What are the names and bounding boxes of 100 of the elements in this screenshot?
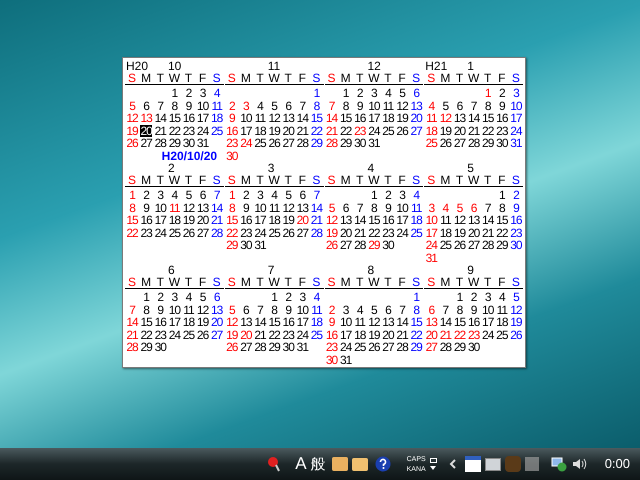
calendar-day[interactable]: 7 — [313, 189, 320, 202]
calendar-day[interactable]: 5 — [228, 304, 236, 316]
calendar-day[interactable]: 7 — [156, 100, 164, 112]
calendar-day[interactable]: 18 — [425, 124, 438, 137]
calendar-day[interactable]: 25 — [425, 137, 438, 150]
calendar-day[interactable]: 25 — [354, 341, 366, 354]
network-icon[interactable] — [550, 456, 567, 472]
ime-mode-button[interactable]: A — [295, 454, 307, 474]
calendar-day[interactable]: 3 — [342, 304, 349, 316]
calendar-day[interactable]: 9 — [142, 202, 150, 214]
calendar-day[interactable]: 1 — [128, 189, 136, 202]
calendar-day[interactable]: 26 — [268, 137, 280, 150]
calendar-day[interactable]: 28 — [254, 341, 266, 354]
calendar-day[interactable]: 11 — [426, 112, 438, 124]
calendar-day[interactable]: 28 — [467, 137, 480, 150]
calendar-day[interactable]: 6 — [242, 304, 250, 316]
calendar-day[interactable]: 20 — [339, 226, 352, 239]
calendar-day[interactable]: 21 — [325, 124, 338, 137]
calendar-day[interactable]: 7 — [128, 304, 136, 316]
calendar-day[interactable]: 26 — [368, 341, 380, 354]
calendar-day[interactable]: 26 — [510, 328, 522, 341]
calendar-day[interactable]: 25 — [168, 226, 181, 239]
calendar-day[interactable]: 21 — [354, 226, 366, 239]
calendar-day[interactable]: 15 — [126, 214, 138, 226]
chevron-left-icon[interactable] — [448, 459, 457, 469]
calendar-day[interactable]: 3 — [156, 189, 164, 202]
calendar-day[interactable]: 9 — [228, 112, 236, 124]
calendar-day[interactable]: 4 — [185, 291, 192, 304]
calendar-day[interactable]: 5 — [328, 202, 335, 214]
calendar-day[interactable]: 28 — [325, 137, 338, 150]
calendar-day[interactable]: 30 — [510, 239, 522, 252]
calendar-day[interactable]: 23 — [325, 341, 338, 354]
calendar-day[interactable]: 13 — [210, 304, 223, 316]
calendar-day[interactable]: 12 — [396, 100, 408, 112]
calendar-day[interactable]: 12 — [196, 304, 209, 316]
calendar-day[interactable]: 30 — [226, 150, 238, 162]
window-icon[interactable] — [484, 458, 501, 470]
calendar-day[interactable]: 7 — [256, 304, 264, 316]
calendar-day[interactable]: 5 — [128, 100, 136, 112]
calendar-day[interactable]: 11 — [310, 304, 322, 316]
calendar-day[interactable]: 24 — [339, 341, 352, 354]
calendar-day[interactable]: 3 — [242, 100, 250, 112]
calendar-day[interactable]: 21 — [467, 124, 480, 137]
calendar-day[interactable]: 5 — [456, 202, 463, 214]
restore-icon[interactable] — [430, 458, 437, 463]
calendar-day[interactable]: 14 — [325, 112, 338, 124]
calendar-day[interactable]: 12 — [268, 112, 280, 124]
calendar-day[interactable]: 26 — [396, 124, 408, 137]
calendar-day[interactable]: 15 — [410, 316, 422, 328]
calendar-day[interactable]: 19 — [268, 124, 280, 137]
calendar-day[interactable]: 2 — [228, 100, 236, 112]
calendar-day[interactable]: 22 — [339, 124, 352, 137]
calendar-day[interactable]: 27 — [382, 341, 394, 354]
calendar-day[interactable]: 11 — [268, 202, 280, 214]
calendar-day[interactable]: 21 — [396, 328, 408, 341]
calendar-day[interactable]: 2 — [185, 87, 192, 100]
calendar-day[interactable]: 5 — [512, 291, 520, 304]
today-date[interactable]: 20 — [140, 124, 152, 137]
calendar-day[interactable]: 4 — [498, 291, 506, 304]
calendar-day[interactable]: 8 — [484, 100, 492, 112]
calendar-day[interactable]: 18 — [168, 214, 181, 226]
calendar-day[interactable]: 24 — [168, 328, 181, 341]
calendar-day[interactable]: 16 — [510, 214, 522, 226]
calendar-day[interactable]: 13 — [410, 100, 422, 112]
calendar-day[interactable]: 20 — [382, 328, 394, 341]
calendar-day[interactable]: 14 — [296, 112, 309, 124]
calendar-day[interactable]: 18 — [182, 316, 195, 328]
calendar-day[interactable]: 20 — [196, 214, 209, 226]
calendar-day[interactable]: 20 — [282, 124, 294, 137]
calendar-day[interactable]: 6 — [142, 100, 150, 112]
calendar-day[interactable]: 4 — [256, 100, 264, 112]
calendar-day[interactable]: 10 — [368, 100, 380, 112]
calendar-day[interactable]: 30 — [154, 341, 166, 354]
pin-icon[interactable] — [267, 456, 282, 472]
calendar-day[interactable]: 3 — [298, 291, 306, 304]
calendar-day[interactable]: 10 — [396, 202, 408, 214]
calendar-day[interactable]: 18 — [410, 214, 422, 226]
calendar-day[interactable]: 11 — [210, 100, 222, 112]
calendar-day[interactable]: 14 — [126, 316, 138, 328]
calendar-day[interactable]: 23 — [382, 226, 394, 239]
calendar-day[interactable]: 21 — [254, 328, 266, 341]
calendar-day[interactable]: 8 — [342, 100, 349, 112]
calendar-day[interactable]: 27 — [453, 137, 466, 150]
calendar-day[interactable]: 11 — [410, 202, 422, 214]
calendar-day[interactable]: 19 — [396, 112, 408, 124]
calendar-day[interactable]: 19 — [282, 214, 294, 226]
clock[interactable]: 0:00 — [604, 454, 630, 474]
calendar-day[interactable]: 9 — [284, 304, 292, 316]
calendar-day[interactable]: 13 — [240, 316, 252, 328]
calendar-day[interactable]: 28 — [126, 341, 138, 354]
calendar-day[interactable]: 17 — [254, 214, 266, 226]
calendar-day[interactable]: 24 — [482, 328, 494, 341]
calendar-day[interactable]: 15 — [453, 316, 466, 328]
calendar-day[interactable]: 3 — [428, 202, 435, 214]
calendar-day[interactable]: 12 — [182, 202, 195, 214]
calendar-day[interactable]: 14 — [396, 316, 408, 328]
calendar-day[interactable]: 12 — [282, 202, 294, 214]
calendar-day[interactable]: 26 — [453, 239, 466, 252]
calendar-day[interactable]: 9 — [356, 100, 364, 112]
calendar-day[interactable]: 11 — [354, 316, 366, 328]
